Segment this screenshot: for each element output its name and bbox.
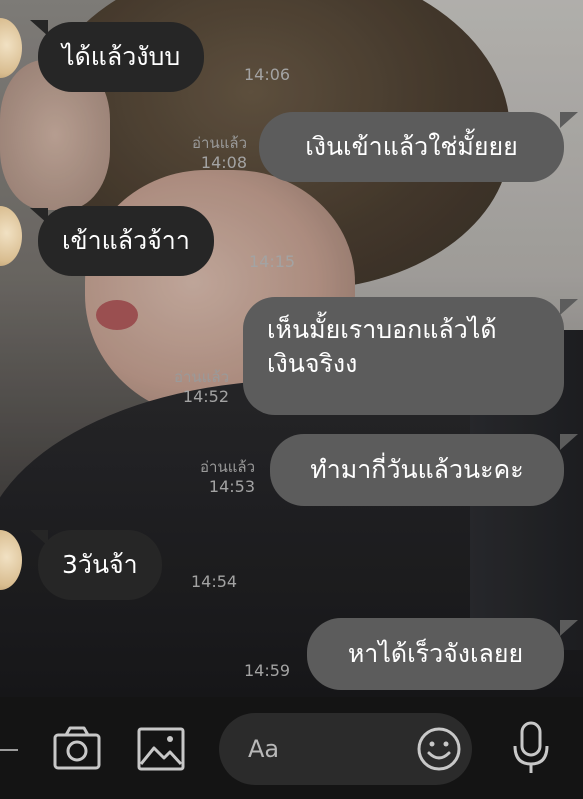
message-text: เงินเข้าแล้วใช่มั้ยยย: [305, 132, 518, 161]
message-bubble-incoming[interactable]: ได้แล้วงับบ: [38, 22, 205, 92]
message-text-line: เงินจริงง: [267, 349, 358, 378]
read-receipt: อ่านแล้ว: [200, 458, 255, 476]
message-bubble-outgoing[interactable]: เห็นมั้ยเราบอกแล้วได้ เงินจริงง: [243, 297, 564, 415]
message-meta: 14:15: [249, 252, 295, 272]
message-bubble-outgoing[interactable]: หาได้เร็วจังเลยย: [307, 618, 564, 690]
message-meta: 14:06: [244, 65, 290, 85]
read-receipt: อ่านแล้ว: [174, 368, 229, 386]
message-meta: อ่านแล้ว 14:08: [183, 133, 247, 173]
bubble-tail: [560, 620, 578, 636]
message-text: เข้าแล้วจ้าา: [62, 226, 190, 255]
microphone-icon[interactable]: [511, 720, 551, 780]
message-text: หาได้เร็วจังเลยย: [347, 639, 524, 668]
message-input-placeholder: Aa: [248, 735, 280, 763]
camera-icon[interactable]: [52, 725, 102, 777]
message-time: 14:06: [244, 65, 291, 84]
message-meta: 14:54: [191, 572, 237, 592]
message-meta: 14:59: [244, 661, 290, 681]
image-icon[interactable]: [136, 726, 186, 776]
emoji-icon[interactable]: [415, 725, 463, 777]
bubble-tail: [560, 112, 578, 128]
more-menu-icon[interactable]: [0, 749, 18, 751]
read-receipt: อ่านแล้ว: [192, 134, 247, 152]
message-text: ได้แล้วงับบ: [62, 42, 181, 71]
message-text: ทำมากี่วันแล้วนะคะ: [310, 455, 524, 484]
message-bubble-outgoing[interactable]: เงินเข้าแล้วใช่มั้ยยย: [259, 112, 564, 182]
message-time: 14:52: [182, 387, 229, 406]
message-time: 14:15: [249, 252, 296, 271]
message-meta: อ่านแล้ว 14:52: [165, 367, 229, 407]
bubble-tail: [560, 299, 578, 315]
message-meta: อ่านแล้ว 14:53: [191, 457, 255, 497]
message-bubble-outgoing[interactable]: ทำมากี่วันแล้วนะคะ: [270, 434, 564, 506]
message-text: 3วันจ้า: [62, 550, 138, 579]
bubble-tail: [560, 434, 578, 450]
message-text-line: เห็นมั้ยเราบอกแล้วได้: [267, 315, 497, 344]
message-time: 14:53: [208, 477, 255, 496]
message-time: 14:54: [191, 572, 238, 591]
message-bubble-incoming[interactable]: 3วันจ้า: [38, 530, 162, 600]
message-bubble-incoming[interactable]: เข้าแล้วจ้าา: [38, 206, 214, 276]
message-time: 14:08: [200, 153, 247, 172]
message-time: 14:59: [244, 661, 291, 680]
